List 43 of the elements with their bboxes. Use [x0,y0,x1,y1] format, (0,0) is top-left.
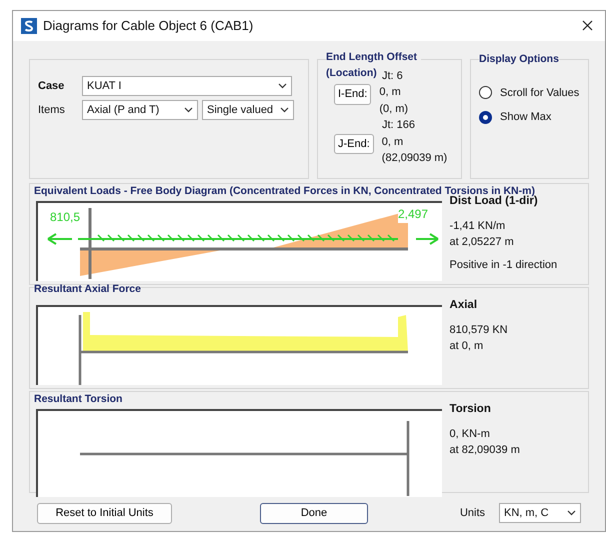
result-value: Positive in -1 direction [450,258,558,273]
result-value: at 2,05227 m [450,235,515,250]
chevron-down-icon [280,107,289,113]
end-button[interactable]: I-End: [334,84,372,104]
offset-value: 0, m [382,134,404,150]
done-button[interactable]: Done [260,503,368,524]
result-value: 0, KN-m [450,426,491,442]
offset-value: (82,09039 m) [382,151,448,166]
result-value: at 0, m [450,339,484,354]
offset-value: 0, m [379,85,402,100]
dropdown[interactable]: Single valued [202,100,294,120]
option-label: Scroll for Values [500,86,580,100]
joint-label: Jt: 166 [382,118,416,133]
field-label: Case [38,78,66,94]
panel-title: Resultant Torsion [34,392,122,407]
option-label: Show Max [500,110,552,125]
dropdown[interactable]: Axial (P and T) [82,100,198,120]
group-subtitle: (Location) [326,66,377,81]
app-logo-icon [21,18,37,34]
end-button[interactable]: J-End: [334,134,374,154]
chevron-down-icon [184,107,193,113]
result-value: at 82,09039 m [450,443,521,458]
radio-button[interactable] [479,86,492,100]
field-label: Items [38,102,66,118]
reset-units-button[interactable]: Reset to Initial Units [37,503,172,524]
result-value: 810,579 KN [450,322,509,338]
chevron-down-icon [278,83,287,89]
result-heading: Axial [450,298,478,312]
dropdown[interactable]: KUAT I [82,76,292,96]
result-heading: Dist Load (1-dir) [450,194,539,208]
close-icon [582,20,593,32]
window-title: Diagrams for Cable Object 6 (CAB1) [43,17,254,36]
joint-label: Jt: 6 [382,68,404,84]
units-label: Units [460,506,485,521]
result-value: -1,41 KN/m [450,218,506,234]
dropdown[interactable]: KN, m, C [499,503,581,524]
radio-button[interactable] [479,110,492,124]
group-title: End Length Offset [326,50,418,65]
force-label: 810,5 [50,208,80,226]
chevron-down-icon [567,510,576,516]
offset-value: (0, m) [379,102,408,116]
result-heading: Torsion [450,402,492,416]
panel-title: Resultant Axial Force [34,282,141,292]
